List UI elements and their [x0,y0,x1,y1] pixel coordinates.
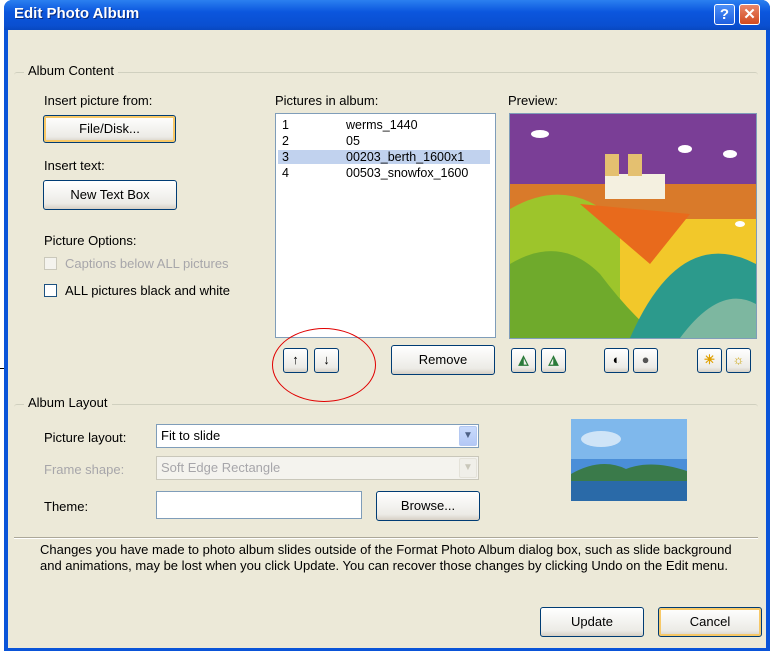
list-item[interactable]: 4 00503_snowfox_1600 [278,166,490,180]
list-item-name: 05 [346,134,360,148]
theme-input[interactable] [156,491,362,519]
new-text-box-button-label: New Text Box [70,187,150,202]
album-content-legend: Album Content [24,63,118,78]
picture-options-label: Picture Options: [44,233,137,248]
rotate-right-icon: ◮ [548,352,559,367]
list-item-number: 4 [282,166,289,180]
browse-button-label: Browse... [400,498,456,513]
cancel-button-label: Cancel [689,614,731,629]
rotate-right-button[interactable]: ◮ [541,348,566,373]
list-item-number: 2 [282,134,289,148]
list-item-number: 3 [282,150,289,164]
edit-photo-album-dialog: Edit Photo Album ? ✕ Album Content Inser… [4,0,770,651]
file-disk-button[interactable]: File/Disk... [43,115,176,143]
picture-layout-select[interactable]: Fit to slide ▼ [156,424,479,448]
footer-notice: Changes you have made to photo album sli… [40,542,732,573]
list-item[interactable]: 1 werms_1440 [278,118,490,132]
insert-text-label: Insert text: [44,158,105,173]
pictures-in-album-label: Pictures in album: [275,93,379,108]
remove-button[interactable]: Remove [391,345,495,375]
rotate-left-button[interactable]: ◭ [511,348,536,373]
insert-picture-label: Insert picture from: [44,93,153,108]
file-disk-button-label: File/Disk... [79,121,140,136]
list-item-name: werms_1440 [346,118,418,132]
picture-layout-label: Picture layout: [44,430,127,445]
new-text-box-button[interactable]: New Text Box [43,180,177,210]
remove-button-label: Remove [418,352,468,367]
chevron-down-icon[interactable]: ▼ [459,458,477,478]
less-contrast-button[interactable]: ● [633,348,658,373]
separator [14,537,758,539]
album-layout-legend: Album Layout [24,395,112,410]
list-item[interactable]: 3 00203_berth_1600x1 [278,150,490,164]
black-white-checkbox[interactable] [44,284,57,297]
title-bar[interactable]: Edit Photo Album ? ✕ [4,0,770,30]
preview-image [509,113,757,339]
black-white-checkbox-label: ALL pictures black and white [65,283,231,298]
frame-shape-label: Frame shape: [44,462,125,477]
update-button[interactable]: Update [540,607,644,637]
dialog-body: Album Content Insert picture from: File/… [8,30,766,648]
contrast-up-icon: ◐ [612,352,621,367]
list-item-number: 1 [282,118,289,132]
theme-label: Theme: [44,499,89,514]
more-brightness-button[interactable]: ☀ [697,348,722,373]
frame-shape-select[interactable]: Soft Edge Rectangle ▼ [156,456,479,480]
less-brightness-button[interactable]: ☼ [726,348,751,373]
window-title: Edit Photo Album [14,5,140,22]
brightness-up-icon: ☀ [703,352,716,367]
list-item[interactable]: 2 05 [278,134,490,148]
frame-shape-value: Soft Edge Rectangle [161,460,281,475]
layout-preview-image [571,419,687,501]
list-item-name: 00503_snowfox_1600 [346,166,469,180]
picture-layout-value: Fit to slide [161,428,221,443]
rotate-left-icon: ◭ [518,352,529,367]
brightness-down-icon: ☼ [732,352,745,367]
captions-checkbox[interactable] [44,257,57,270]
cancel-button[interactable]: Cancel [658,607,762,637]
help-button[interactable]: ? [714,4,735,25]
annotation-circle [272,328,376,402]
preview-label: Preview: [508,93,558,108]
list-item-name: 00203_berth_1600x1 [346,150,465,164]
contrast-down-icon: ● [641,352,650,367]
pictures-listbox[interactable]: 1 werms_1440 2 05 3 00203_berth_1600x1 4… [275,113,496,338]
browse-button[interactable]: Browse... [376,491,480,521]
update-button-label: Update [571,614,613,629]
chevron-down-icon[interactable]: ▼ [459,426,477,446]
captions-checkbox-label: Captions below ALL pictures [65,256,229,271]
close-button[interactable]: ✕ [739,4,760,25]
more-contrast-button[interactable]: ◐ [604,348,629,373]
